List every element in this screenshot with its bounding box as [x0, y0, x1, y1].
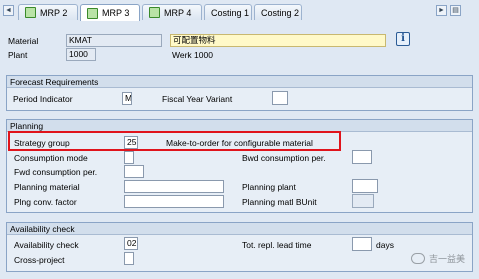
tab-label: MRP 2: [40, 7, 68, 18]
period-indicator-field[interactable]: M: [122, 92, 132, 105]
content-area: Material KMAT 可配置物料 i Plant 1000 Werk 10…: [0, 21, 479, 279]
group-title: Forecast Requirements: [7, 76, 472, 88]
chevron-right-icon: ►: [438, 7, 445, 14]
planning-matl-bunit-field[interactable]: [352, 194, 374, 208]
tab-label: MRP 3: [102, 8, 130, 18]
fwd-consumption-field[interactable]: [124, 165, 144, 178]
material-field[interactable]: KMAT: [66, 34, 162, 47]
planning-matl-bunit-label: Planning matl BUnit: [242, 197, 317, 207]
plng-conv-factor-label: Plng conv. factor: [14, 197, 77, 207]
material-label: Material: [8, 36, 39, 46]
forecast-requirements-group: Forecast Requirements: [6, 75, 473, 111]
period-indicator-label: Period Indicator: [13, 94, 73, 104]
chevron-left-icon: ◄: [5, 7, 12, 14]
plant-name: Werk 1000: [172, 50, 213, 60]
tab-label: MRP 4: [164, 7, 192, 18]
scroll-left-button[interactable]: ◄: [3, 5, 14, 16]
tab-list-button[interactable]: ▤: [450, 5, 461, 16]
cross-project-label: Cross-project: [14, 255, 65, 265]
check-icon: [149, 7, 160, 18]
tab-label: Costing 1: [211, 7, 250, 18]
group-title: Availability check: [7, 223, 472, 235]
tot-repl-lead-time-field[interactable]: [352, 237, 372, 251]
tot-repl-lead-time-label: Tot. repl. lead time: [242, 240, 312, 250]
scroll-right-button[interactable]: ►: [436, 5, 447, 16]
tab-mrp-4[interactable]: MRP 4: [142, 4, 202, 20]
fiscal-year-variant-label: Fiscal Year Variant: [162, 94, 233, 104]
availability-check-label: Availability check: [14, 240, 79, 250]
plant-label: Plant: [8, 50, 28, 60]
plng-conv-factor-field[interactable]: [124, 195, 224, 208]
planning-material-label: Planning material: [14, 182, 80, 192]
tab-costing-1[interactable]: Costing 1: [204, 4, 252, 20]
fiscal-year-variant-field[interactable]: [272, 91, 288, 105]
days-label: days: [376, 240, 394, 250]
bwd-consumption-field[interactable]: [352, 150, 372, 164]
cross-project-checkbox[interactable]: [124, 252, 134, 265]
consumption-mode-field[interactable]: [124, 151, 134, 164]
planning-material-field[interactable]: [124, 180, 224, 193]
tab-bar: ◄ MRP 2 MRP 3 MRP 4 Costing 1 Costing 2 …: [0, 0, 479, 21]
tab-costing-2[interactable]: Costing 2: [254, 4, 302, 20]
availability-check-field[interactable]: 02: [124, 237, 138, 250]
wechat-icon: [410, 253, 425, 264]
bwd-consumption-label: Bwd consumption per.: [242, 153, 326, 163]
consumption-mode-label: Consumption mode: [14, 153, 88, 163]
plant-field[interactable]: 1000: [66, 48, 96, 61]
tab-mrp-3[interactable]: MRP 3: [80, 4, 140, 21]
highlight-box: [8, 131, 341, 151]
check-icon: [25, 7, 36, 18]
material-description-field[interactable]: 可配置物料: [170, 34, 386, 47]
tab-mrp-2[interactable]: MRP 2: [18, 4, 78, 20]
planning-plant-field[interactable]: [352, 179, 378, 193]
watermark: 吉一益美: [410, 252, 465, 265]
check-icon: [87, 7, 98, 19]
fwd-consumption-label: Fwd consumption per.: [14, 167, 98, 177]
watermark-text: 吉一益美: [428, 254, 465, 264]
list-icon: ▤: [452, 7, 459, 14]
planning-plant-label: Planning plant: [242, 182, 296, 192]
info-icon[interactable]: i: [396, 32, 410, 46]
tab-label: Costing 2: [261, 7, 300, 18]
